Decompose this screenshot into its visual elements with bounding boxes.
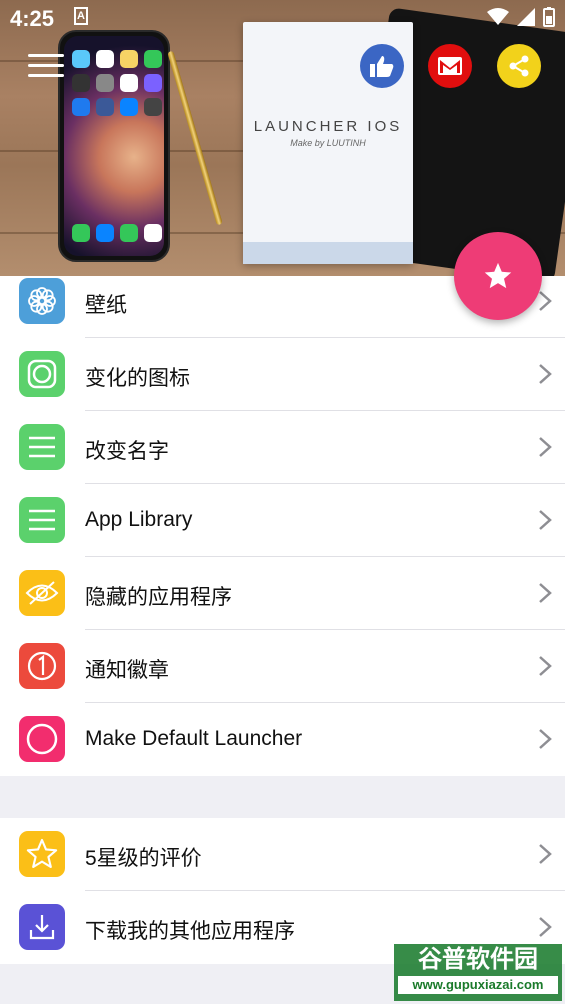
chevron-right-icon — [539, 917, 552, 937]
eye-slash-icon — [19, 570, 65, 616]
circle-icon — [19, 716, 65, 762]
list-item-label: App Library — [85, 508, 193, 531]
list-item-label: 壁纸 — [85, 294, 127, 317]
settings-group-more: 5星级的评价 下载我的其他应用程序 — [0, 818, 565, 964]
list-item-label: 变化的图标 — [85, 367, 190, 390]
star-icon — [19, 831, 65, 877]
favorite-fab-button[interactable] — [454, 232, 542, 320]
settings-group-main: 壁纸 变化的图标 改变名字 App Library 隐藏的应用程序 通知徽章 M… — [0, 276, 565, 776]
share-icon — [509, 55, 529, 77]
lines-icon — [19, 424, 65, 470]
list-item-label: 改变名字 — [85, 440, 169, 463]
chevron-right-icon — [539, 656, 552, 676]
list-item-notification-badge[interactable]: 通知徽章 — [0, 630, 565, 703]
list-item-rename[interactable]: 改变名字 — [0, 411, 565, 484]
star-icon — [484, 262, 512, 289]
phone-mockup — [58, 30, 170, 262]
list-item-label: 5星级的评价 — [85, 847, 202, 870]
card-subtitle: Make by LUUTINH — [290, 138, 366, 148]
watermark-title: 谷普软件园 — [418, 946, 538, 973]
signal-icon — [517, 8, 535, 26]
lines-icon — [19, 497, 65, 543]
facebook-like-button[interactable] — [360, 44, 404, 88]
status-bar: 4:25 A — [0, 0, 565, 36]
watermark-url: www.gupuxiazai.com — [398, 976, 558, 994]
chevron-right-icon — [539, 729, 552, 749]
list-item-label: 下载我的其他应用程序 — [85, 920, 295, 943]
notification-icon: A — [74, 7, 88, 25]
chevron-right-icon — [539, 364, 552, 384]
list-item-change-icons[interactable]: 变化的图标 — [0, 338, 565, 411]
chevron-right-icon — [539, 291, 552, 311]
card-title: LAUNCHER IOS — [253, 118, 403, 135]
hamburger-menu-button[interactable] — [28, 52, 64, 80]
status-time: 4:25 — [10, 6, 55, 31]
gmail-button[interactable] — [428, 44, 472, 88]
list-item-rate-5-stars[interactable]: 5星级的评价 — [0, 818, 565, 891]
chevron-right-icon — [539, 583, 552, 603]
badge-one-icon — [19, 643, 65, 689]
pen-image — [167, 50, 223, 226]
list-item-label: 通知徽章 — [85, 659, 169, 682]
list-item-label: Make Default Launcher — [85, 727, 303, 750]
watermark: 谷普软件园 www.gupuxiazai.com — [394, 944, 562, 1001]
list-item-make-default-launcher[interactable]: Make Default Launcher — [0, 703, 565, 776]
rounded-square-icon — [19, 351, 65, 397]
download-icon — [19, 904, 65, 950]
share-button[interactable] — [497, 44, 541, 88]
chevron-right-icon — [539, 437, 552, 457]
wifi-icon — [487, 8, 509, 25]
thumbs-up-icon — [370, 56, 394, 77]
chevron-right-icon — [539, 844, 552, 864]
flower-icon — [19, 278, 65, 324]
gmail-icon — [438, 57, 462, 75]
battery-icon — [543, 7, 555, 27]
list-item-hidden-apps[interactable]: 隐藏的应用程序 — [0, 557, 565, 630]
list-item-app-library[interactable]: App Library — [0, 484, 565, 557]
list-item-label: 隐藏的应用程序 — [85, 586, 232, 609]
chevron-right-icon — [539, 510, 552, 530]
